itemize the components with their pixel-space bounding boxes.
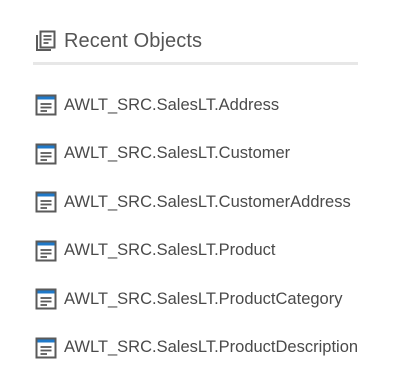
list-item[interactable]: AWLT_SRC.SalesLT.CustomerAddress — [33, 190, 358, 214]
recent-objects-header: Recent Objects — [33, 26, 358, 56]
list-item-label: AWLT_SRC.SalesLT.CustomerAddress — [64, 192, 351, 211]
table-object-icon — [35, 191, 57, 213]
list-item-label: AWLT_SRC.SalesLT.Customer — [64, 144, 291, 163]
list-item[interactable]: AWLT_SRC.SalesLT.Product — [33, 239, 358, 263]
list-item[interactable]: AWLT_SRC.SalesLT.ProductDescription — [33, 336, 358, 360]
list-item[interactable]: AWLT_SRC.SalesLT.ProductCategory — [33, 287, 358, 311]
list-item-label: AWLT_SRC.SalesLT.Address — [64, 95, 280, 114]
list-item[interactable]: AWLT_SRC.SalesLT.Customer — [33, 142, 358, 166]
table-object-icon — [35, 143, 57, 165]
table-object-icon — [35, 240, 57, 262]
list-item-label: AWLT_SRC.SalesLT.ProductDescription — [64, 338, 359, 357]
recent-objects-icon — [34, 29, 58, 53]
table-object-icon — [35, 337, 57, 359]
table-object-icon — [35, 288, 57, 310]
recent-objects-list: AWLT_SRC.SalesLT.Address AWLT_SRC.SalesL… — [33, 93, 358, 360]
list-item[interactable]: AWLT_SRC.SalesLT.Address — [33, 93, 358, 117]
header-divider — [33, 62, 358, 65]
list-item-label: AWLT_SRC.SalesLT.Product — [64, 241, 276, 260]
recent-objects-panel: Recent Objects AWLT_SRC.SalesLT.Address — [33, 26, 358, 385]
panel-title: Recent Objects — [64, 29, 203, 52]
table-object-icon — [35, 94, 57, 116]
list-item-label: AWLT_SRC.SalesLT.ProductCategory — [64, 289, 343, 308]
